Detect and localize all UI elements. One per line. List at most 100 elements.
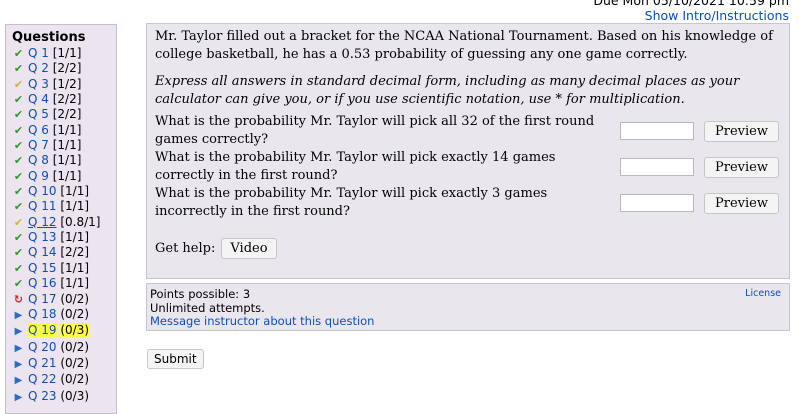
question-link[interactable]: Q 16 bbox=[28, 276, 57, 290]
preview-button-2[interactable]: Preview bbox=[704, 156, 779, 178]
question-link[interactable]: Q 21 bbox=[28, 356, 57, 370]
sidebar-question-item[interactable]: ✔ Q 8 [1/1] bbox=[12, 153, 116, 168]
question-link[interactable]: Q 10 bbox=[28, 184, 57, 198]
question-score: [1/2] bbox=[52, 76, 82, 91]
play-arrow-icon: ▶ bbox=[14, 391, 23, 403]
answer-input-3[interactable] bbox=[620, 194, 695, 212]
check-icon: ✔ bbox=[13, 185, 24, 199]
sidebar-question-item[interactable]: ✔ Q 14 [2/2] bbox=[12, 245, 116, 260]
sidebar-question-item[interactable]: ↻ Q 17 (0/2) bbox=[12, 292, 116, 307]
answer-input-1[interactable] bbox=[620, 122, 695, 140]
question-sidebar: Questions ✔ Q 1 [1/1] ✔ Q 2 [2/2] ✔ Q 3 [1/2]… bbox=[5, 24, 117, 414]
sidebar-question-item[interactable]: ✔ Q 11 [1/1] bbox=[12, 199, 116, 214]
sidebar-question-item[interactable]: ✔ Q 15 [1/1] bbox=[12, 261, 116, 276]
question-score: [2/2] bbox=[52, 92, 82, 107]
check-icon: ✔ bbox=[13, 47, 24, 60]
check-icon: ✔ bbox=[13, 139, 24, 153]
question-link[interactable]: Q 20 bbox=[28, 340, 57, 354]
sidebar-question-item[interactable]: ✔ Q 16 [1/1] bbox=[12, 276, 116, 291]
sidebar-question-item[interactable]: ✔ Q 10 [1/1] bbox=[12, 184, 116, 199]
question-part-3: What is the probability Mr. Taylor will … bbox=[155, 186, 779, 219]
sidebar-title: Questions bbox=[12, 30, 86, 45]
question-link[interactable]: Q 5 bbox=[28, 107, 49, 121]
check-icon: ✔ bbox=[13, 123, 24, 137]
question-score: (0/2) bbox=[60, 291, 90, 306]
sidebar-question-item[interactable]: ▶ Q 22 (0/2) bbox=[12, 372, 116, 388]
question-link[interactable]: Q 1 bbox=[28, 46, 49, 60]
sidebar-question-item[interactable]: ✔ Q 1 [1/1] bbox=[12, 46, 116, 61]
check-icon: ✔ bbox=[13, 169, 24, 183]
question-score: (0/2) bbox=[60, 355, 90, 370]
sidebar-question-item[interactable]: ✔ Q 4 [2/2] bbox=[12, 92, 116, 107]
question-score: [1/1] bbox=[52, 138, 82, 153]
play-arrow-icon: ▶ bbox=[14, 375, 23, 387]
show-intro-link[interactable]: Show Intro/Instructions bbox=[645, 8, 789, 23]
question-score: (0/2) bbox=[60, 339, 90, 354]
question-score: [2/2] bbox=[52, 107, 82, 122]
header-meta: Due Mon 05/10/2021 10:59 pm Show Intro/I… bbox=[593, 0, 789, 23]
question-link[interactable]: Q 13 bbox=[28, 230, 57, 244]
sidebar-question-item[interactable]: ▶ Q 21 (0/2) bbox=[12, 356, 116, 372]
preview-button-3[interactable]: Preview bbox=[704, 192, 779, 214]
sidebar-question-item[interactable]: ▶ Q 18 (0/2) bbox=[12, 307, 116, 323]
question-link[interactable]: Q 2 bbox=[28, 61, 49, 75]
due-date: Due Mon 05/10/2021 10:59 pm bbox=[593, 0, 789, 8]
question-intro: Mr. Taylor filled out a bracket for the … bbox=[155, 29, 773, 62]
sidebar-question-item[interactable]: ✔ Q 9 [1/1] bbox=[12, 169, 116, 184]
check-icon: ✔ bbox=[13, 261, 24, 275]
question-panel: Mr. Taylor filled out a bracket for the … bbox=[146, 23, 790, 279]
message-instructor-link[interactable]: Message instructor about this question bbox=[150, 314, 374, 328]
check-icon: ✔ bbox=[13, 277, 24, 291]
video-button[interactable]: Video bbox=[221, 238, 277, 259]
part-2-text: What is the probability Mr. Taylor will … bbox=[155, 150, 556, 183]
question-link[interactable]: Q 15 bbox=[28, 261, 57, 275]
answer-input-2[interactable] bbox=[620, 158, 695, 176]
check-icon: ✔ bbox=[13, 108, 24, 122]
sidebar-question-item[interactable]: ✔ Q 13 [1/1] bbox=[12, 230, 116, 245]
question-link[interactable]: Q 3 bbox=[28, 77, 49, 91]
sidebar-question-item[interactable]: ▶ Q 19 (0/3) bbox=[12, 323, 116, 339]
check-icon: ✔ bbox=[13, 246, 24, 260]
sidebar-question-item[interactable]: ✔ Q 7 [1/1] bbox=[12, 138, 116, 153]
question-link[interactable]: Q 14 bbox=[28, 245, 57, 259]
check-icon: ✔ bbox=[13, 62, 24, 76]
sidebar-question-item[interactable]: ✔ Q 6 [1/1] bbox=[12, 123, 116, 138]
sidebar-question-item[interactable]: ▶ Q 20 (0/2) bbox=[12, 340, 116, 356]
question-link[interactable]: Q 22 bbox=[28, 372, 57, 386]
question-link[interactable]: Q 23 bbox=[28, 389, 57, 403]
question-link[interactable]: Q 4 bbox=[28, 92, 49, 106]
part-3-text: What is the probability Mr. Taylor will … bbox=[155, 186, 548, 219]
question-link[interactable]: Q 6 bbox=[28, 123, 49, 137]
question-score: [2/2] bbox=[60, 245, 90, 260]
question-score: [1/1] bbox=[52, 153, 82, 168]
check-icon: ✔ bbox=[13, 93, 24, 107]
sidebar-question-item[interactable]: ✔ Q 2 [2/2] bbox=[12, 61, 116, 76]
submit-button[interactable]: Submit bbox=[147, 349, 204, 369]
question-score: [1/1] bbox=[52, 168, 82, 183]
sidebar-question-item[interactable]: ✔ Q 12 [0.8/1] bbox=[12, 215, 116, 230]
question-link[interactable]: Q 12 bbox=[28, 215, 57, 229]
question-link[interactable]: Q 19 bbox=[28, 323, 57, 338]
question-score: (0/3) bbox=[60, 323, 90, 338]
sidebar-question-item[interactable]: ▶ Q 23 (0/3) bbox=[12, 389, 116, 405]
sidebar-question-item[interactable]: ✔ Q 3 [1/2] bbox=[12, 77, 116, 92]
check-icon: ✔ bbox=[13, 154, 24, 168]
play-arrow-icon: ▶ bbox=[14, 326, 23, 338]
play-arrow-icon: ▶ bbox=[14, 309, 23, 321]
play-arrow-icon: ▶ bbox=[14, 358, 23, 370]
question-link[interactable]: Q 11 bbox=[28, 199, 57, 213]
question-link[interactable]: Q 17 bbox=[28, 292, 57, 306]
attempts-info: Unlimited attempts. bbox=[150, 300, 265, 315]
sidebar-question-item[interactable]: ✔ Q 5 [2/2] bbox=[12, 107, 116, 122]
license-link[interactable]: License bbox=[745, 287, 781, 301]
question-link[interactable]: Q 7 bbox=[28, 138, 49, 152]
question-score: [1/1] bbox=[60, 276, 90, 291]
question-link[interactable]: Q 9 bbox=[28, 169, 49, 183]
question-score: [1/1] bbox=[52, 46, 82, 60]
preview-button-1[interactable]: Preview bbox=[704, 120, 779, 142]
question-score: [1/1] bbox=[60, 184, 90, 199]
question-link[interactable]: Q 18 bbox=[28, 307, 57, 321]
question-score: [1/1] bbox=[60, 260, 90, 275]
question-link[interactable]: Q 8 bbox=[28, 153, 49, 167]
question-part-1: What is the probability Mr. Taylor will … bbox=[155, 114, 779, 147]
